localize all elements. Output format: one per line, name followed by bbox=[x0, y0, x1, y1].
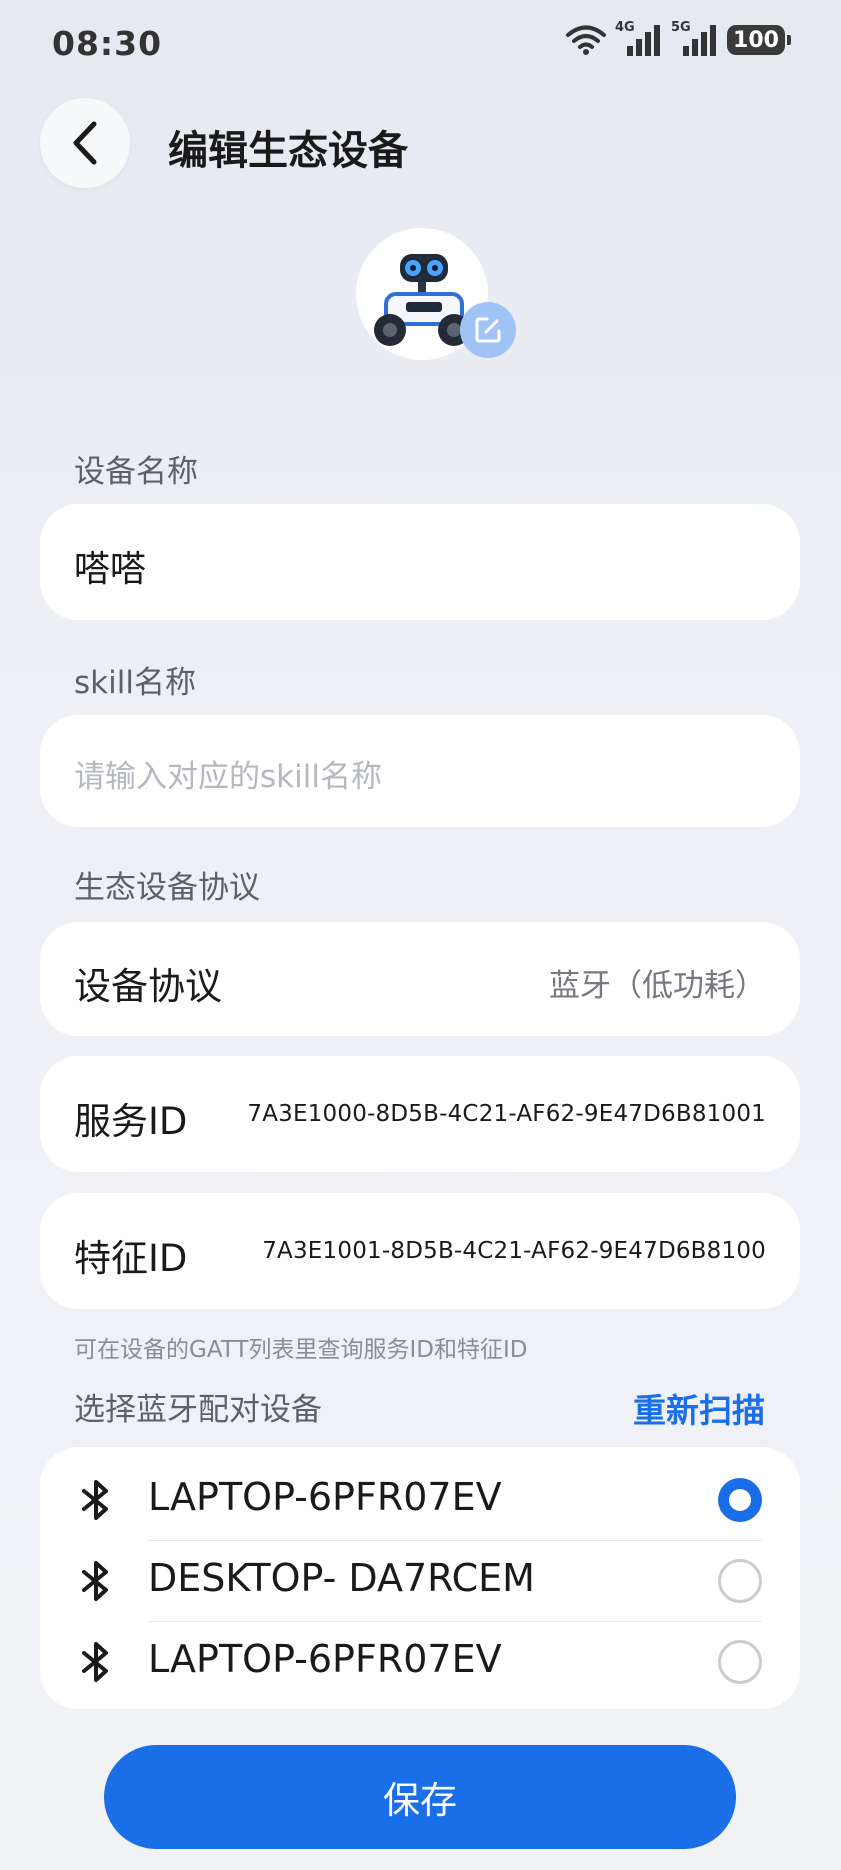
page-title: 编辑生态设备 bbox=[168, 128, 408, 174]
save-button[interactable]: 保存 bbox=[104, 1745, 736, 1849]
bluetooth-device-item[interactable]: DESKTOP- DA7RCEM bbox=[40, 1540, 800, 1620]
bluetooth-device-name: DESKTOP- DA7RCEM bbox=[148, 1556, 535, 1600]
bluetooth-device-name: LAPTOP-6PFR07EV bbox=[148, 1637, 502, 1681]
device-name-value: 嗒嗒 bbox=[74, 549, 147, 590]
status-time: 08:30 bbox=[52, 24, 163, 63]
bluetooth-section-label: 选择蓝牙配对设备 bbox=[74, 1392, 322, 1428]
bluetooth-device-item[interactable]: LAPTOP-6PFR07EV bbox=[40, 1621, 800, 1701]
status-bar: 08:30 4G 5G 100 bbox=[0, 0, 841, 90]
battery-icon: 100 bbox=[727, 25, 791, 55]
protocol-row[interactable]: 设备协议 蓝牙（低功耗） bbox=[40, 922, 800, 1036]
signal-icon: 5G bbox=[671, 20, 719, 58]
back-button[interactable] bbox=[40, 98, 130, 188]
service-id-value: 7A3E1000-8D5B-4C21-AF62-9E47D6B81001 bbox=[247, 1101, 766, 1127]
status-icons: 4G 5G 100 bbox=[565, 20, 791, 58]
device-radio[interactable] bbox=[718, 1559, 762, 1603]
protocol-label: 设备协议 bbox=[74, 965, 222, 1008]
edit-icon bbox=[475, 317, 501, 343]
device-radio[interactable] bbox=[718, 1640, 762, 1684]
skill-name-label: skill名称 bbox=[74, 665, 196, 701]
device-name-label: 设备名称 bbox=[74, 454, 198, 490]
bluetooth-icon bbox=[82, 1642, 108, 1682]
char-id-label: 特征ID bbox=[74, 1237, 188, 1280]
signal-icon: 4G bbox=[615, 20, 663, 58]
device-name-field[interactable]: 嗒嗒 bbox=[40, 504, 800, 620]
wifi-icon bbox=[566, 25, 606, 55]
skill-name-input[interactable]: 请输入对应的skill名称 bbox=[40, 715, 800, 827]
rescan-button[interactable]: 重新扫描 bbox=[633, 1384, 765, 1432]
device-radio-selected[interactable] bbox=[718, 1478, 762, 1522]
protocol-value: 蓝牙（低功耗） bbox=[549, 968, 766, 1004]
skill-name-placeholder: 请输入对应的skill名称 bbox=[74, 759, 382, 795]
bluetooth-icon bbox=[82, 1480, 108, 1520]
back-arrow-icon bbox=[73, 121, 97, 165]
bluetooth-icon bbox=[82, 1561, 108, 1601]
edit-avatar-button[interactable] bbox=[460, 302, 516, 358]
bluetooth-device-item[interactable]: LAPTOP-6PFR07EV bbox=[40, 1459, 800, 1539]
service-id-row[interactable]: 服务ID 7A3E1000-8D5B-4C21-AF62-9E47D6B8100… bbox=[40, 1056, 800, 1172]
bluetooth-device-list: LAPTOP-6PFR07EV DESKTOP- DA7RCEM LAPTOP-… bbox=[40, 1447, 800, 1709]
char-id-row[interactable]: 特征ID 7A3E1001-8D5B-4C21-AF62-9E47D6B8100 bbox=[40, 1193, 800, 1309]
bluetooth-device-name: LAPTOP-6PFR07EV bbox=[148, 1475, 502, 1519]
gatt-hint: 可在设备的GATT列表里查询服务ID和特征ID bbox=[74, 1337, 528, 1363]
char-id-value: 7A3E1001-8D5B-4C21-AF62-9E47D6B8100 bbox=[262, 1238, 766, 1264]
protocol-section-label: 生态设备协议 bbox=[74, 870, 260, 906]
service-id-label: 服务ID bbox=[74, 1100, 188, 1143]
